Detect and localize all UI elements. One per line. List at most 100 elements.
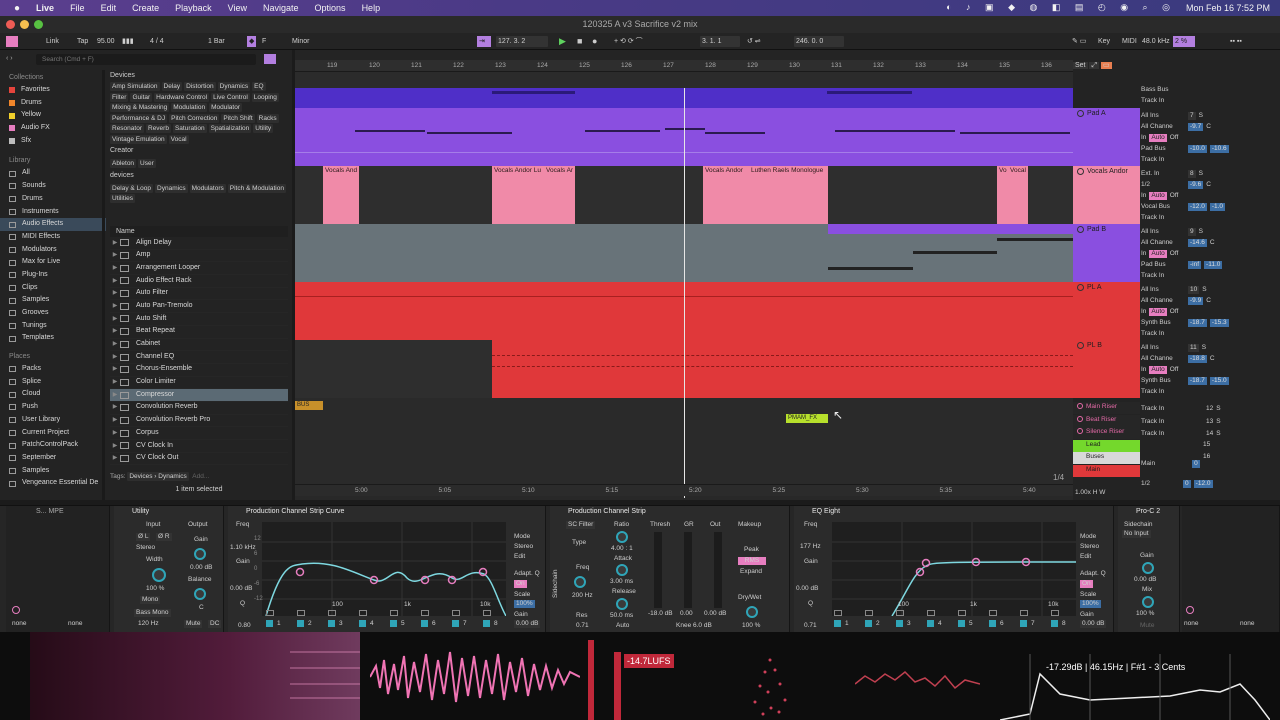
pcs-curve-device[interactable]: Production Channel Strip Curve Freq 1.10… (228, 506, 546, 633)
solo-icon[interactable]: S (1216, 430, 1220, 437)
solo-icon[interactable]: S (1199, 112, 1203, 119)
proc2-mute[interactable]: Mute (1140, 622, 1154, 629)
sidebar-divider[interactable] (102, 70, 105, 500)
file-list-item[interactable]: ▶ Audio Effect Rack (110, 275, 288, 288)
track-channel[interactable]: All Channe (1141, 355, 1185, 362)
filter-tag[interactable]: Delay (161, 82, 183, 91)
band-toggle-icon[interactable] (1051, 620, 1058, 627)
menu-view[interactable]: View (228, 3, 247, 13)
sc-res-value[interactable]: 0.71 (576, 622, 589, 629)
tap-button[interactable]: Tap (75, 36, 90, 47)
small-track-header[interactable]: Beat Riser (1073, 414, 1140, 427)
track-fold-icon[interactable] (1077, 403, 1083, 409)
clip-vocal-7[interactable]: Vocal (1008, 166, 1028, 224)
tags-add[interactable]: Add... (192, 473, 209, 480)
track-volume[interactable]: -9.7 (1188, 122, 1204, 131)
browser-search-input[interactable]: Search (Cmd + F) (36, 54, 256, 65)
monitor-off[interactable]: Off (1170, 308, 1179, 315)
pcs-adapt-toggle[interactable]: On (514, 580, 527, 588)
expand-arrow-icon[interactable]: ▶ (110, 300, 120, 313)
bass-track-in[interactable]: Track In (1141, 97, 1164, 104)
band-shape-icon[interactable] (834, 610, 842, 616)
track-fold-icon[interactable] (1077, 110, 1084, 117)
library-item[interactable]: Modulators (9, 244, 106, 257)
track-header[interactable]: PL B (1073, 340, 1140, 398)
library-item[interactable]: Clips (9, 282, 106, 295)
pcs-gain-value[interactable]: 0.00 dB (230, 585, 252, 592)
small-track-in[interactable]: Track In (1141, 418, 1203, 425)
collection-item[interactable]: Audio FX (9, 122, 106, 135)
places-item[interactable]: Packs (9, 363, 106, 376)
key-scale-select[interactable]: Minor (290, 36, 312, 47)
midi-map-button[interactable]: MIDI (1120, 36, 1139, 47)
minimize-icon[interactable] (20, 20, 29, 29)
track-fold-icon[interactable] (1077, 440, 1083, 447)
send-b[interactable]: -15.0 (1209, 376, 1229, 385)
monitor-in-label[interactable]: In (1141, 366, 1146, 373)
filter-tag[interactable]: Modulators (189, 183, 226, 193)
file-list-item[interactable]: ▶ Chorus-Ensemble (110, 364, 288, 377)
eq8-scale-value[interactable]: 100% (1080, 600, 1101, 608)
file-list-item[interactable]: ▶ Convolution Reverb (110, 402, 288, 415)
library-item[interactable]: Tunings (9, 320, 106, 333)
track-channel[interactable]: All Channe (1141, 239, 1185, 246)
filter-tag[interactable]: Utilities (110, 194, 135, 203)
sc-freq-value[interactable]: 200 Hz (572, 592, 593, 599)
library-item[interactable]: Instruments (9, 206, 106, 219)
filter-tag[interactable]: Live Control (211, 92, 250, 102)
band-toggle-icon[interactable] (390, 620, 397, 627)
places-item[interactable]: Cloud (9, 388, 106, 401)
monitor-auto[interactable]: Auto (1149, 307, 1167, 316)
collection-item[interactable]: Sfx (9, 135, 106, 148)
file-list-item[interactable]: ▶ Auto Pan-Tremolo (110, 300, 288, 314)
track-name[interactable]: Pad A (1087, 110, 1106, 164)
track-name[interactable]: Pad B (1087, 226, 1106, 280)
eq-eight-device[interactable]: EQ Eight Freq 177 Hz Gain 0.00 dB Q 0.71… (794, 506, 1114, 633)
follow-icon[interactable]: ⇥ (477, 36, 491, 47)
drywet-knob[interactable] (746, 606, 758, 618)
track-output[interactable]: Pad Bus (1141, 261, 1185, 268)
clip-vocal-5[interactable]: Luthen Raels Monologue (749, 166, 828, 224)
pcs-device[interactable]: Production Channel Strip Sidechain SC Fi… (550, 506, 790, 633)
track-volume[interactable]: -14.6 (1188, 238, 1207, 247)
filter-tag[interactable]: Delay & Loop (110, 183, 154, 193)
expand-arrow-icon[interactable]: ▶ (110, 249, 120, 262)
utility-device[interactable]: Utility Input Output Ø L Ø R Stereo Widt… (114, 506, 224, 633)
monitor-in-label[interactable]: In (1141, 250, 1146, 257)
track-channel[interactable]: All Channe (1141, 123, 1185, 130)
filter-tag[interactable]: Pitch Correction (169, 113, 220, 123)
filter-tag[interactable]: Vocal (168, 134, 189, 144)
proc2-mix-knob[interactable] (1142, 596, 1154, 608)
track-header[interactable]: Vocals Andor (1073, 166, 1140, 224)
metronome-icon[interactable]: ▮▮▮ (120, 36, 136, 47)
filter-tag[interactable]: Vintage Emulation (110, 134, 167, 144)
send-a[interactable]: -18.7 (1188, 318, 1207, 327)
expand-arrow-icon[interactable]: ▶ (110, 325, 120, 338)
file-list-item[interactable]: ▶ Auto Shift (110, 313, 288, 326)
small-track-name[interactable]: Lead (1086, 441, 1100, 451)
eq8-gain-value[interactable]: 0.00 dB (796, 585, 818, 592)
band-shape-icon[interactable] (896, 610, 904, 616)
library-item[interactable]: MIDI Effects (9, 231, 106, 244)
out-meter[interactable] (714, 532, 722, 608)
places-item[interactable]: User Library (9, 414, 106, 427)
band-shape-icon[interactable] (421, 610, 429, 616)
main-vol[interactable]: 0 (1183, 479, 1191, 488)
mpe-device[interactable]: S... MPE none none (6, 506, 110, 633)
options-icon[interactable]: ▭ (1101, 62, 1112, 69)
monitor-off[interactable]: Off (1170, 366, 1179, 373)
pcs-freq-value[interactable]: 1.10 kHz (230, 544, 256, 551)
filter-tag[interactable]: Looping (251, 92, 279, 102)
filter-tag[interactable]: Spatialization (208, 124, 252, 133)
monitor-in-label[interactable]: In (1141, 134, 1146, 141)
track-input[interactable]: All Ins (1141, 286, 1185, 293)
filter-tag[interactable]: Pitch Shift (221, 113, 255, 123)
monitor-off[interactable]: Off (1170, 192, 1179, 199)
filter-tag[interactable]: Dynamics (155, 183, 188, 193)
track-volume[interactable]: -18.8 (1188, 354, 1207, 363)
file-list-item[interactable]: ▶ Amp (110, 250, 288, 263)
pcs-edit[interactable]: Edit (514, 553, 525, 560)
time-ruler[interactable]: 5:00 5:05 5:10 5:15 5:20 5:25 5:30 5:35 5:40 (295, 484, 1073, 496)
solo-icon[interactable]: S (1202, 344, 1206, 351)
track-output[interactable]: Pad Bus (1141, 145, 1185, 152)
